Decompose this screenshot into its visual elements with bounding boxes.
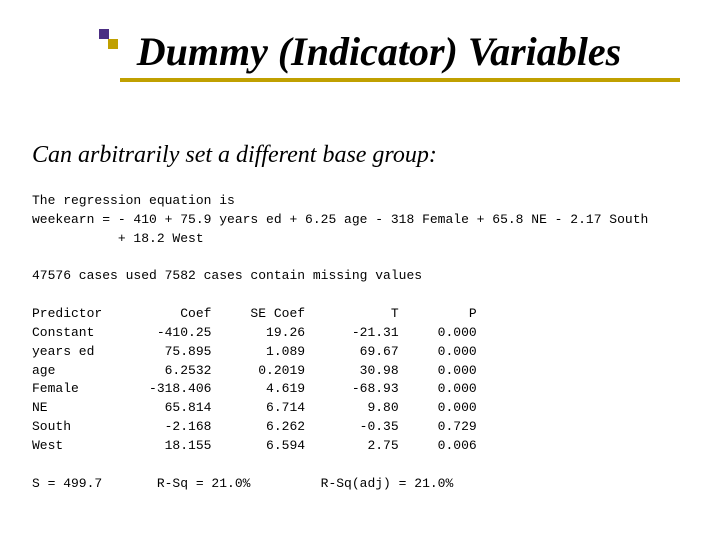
reg-eq-line2: + 18.2 West — [32, 231, 204, 246]
table-body: Constant -410.25 19.26 -21.31 0.000 year… — [32, 325, 477, 453]
title-wrap: Dummy (Indicator) Variables — [0, 28, 720, 75]
regression-output: The regression equation is weekearn = - … — [32, 192, 648, 494]
slide-title: Dummy (Indicator) Variables — [127, 28, 621, 75]
footer-line: S = 499.7 R-Sq = 21.0% R-Sq(adj) = 21.0% — [32, 476, 453, 491]
reg-eq-line1: weekearn = - 410 + 75.9 years ed + 6.25 … — [32, 212, 648, 227]
subtitle-text: Can arbitrarily set a different base gro… — [32, 142, 437, 169]
title-underline — [120, 78, 680, 82]
reg-intro: The regression equation is — [32, 193, 235, 208]
cases-line: 47576 cases used 7582 cases contain miss… — [32, 268, 422, 283]
bullet-gold-icon — [108, 39, 118, 49]
bullet-purple-icon — [99, 29, 109, 39]
table-header: Predictor Coef SE Coef T P — [32, 306, 477, 321]
slide: Dummy (Indicator) Variables Can arbitrar… — [0, 0, 720, 540]
